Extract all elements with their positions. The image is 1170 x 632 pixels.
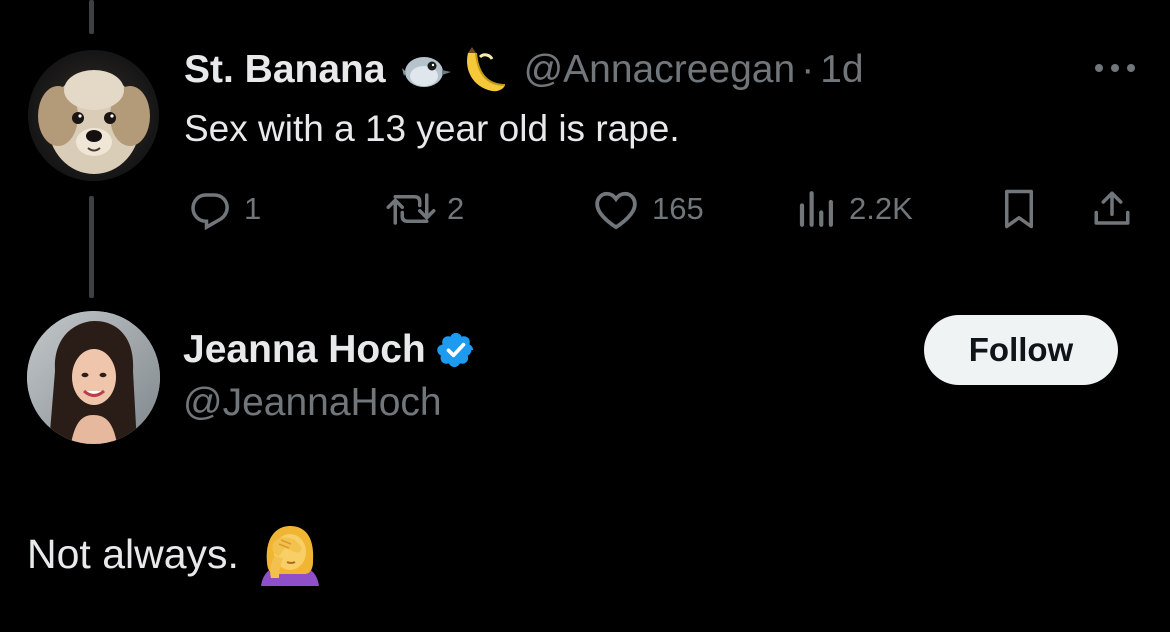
face-palm-emoji-icon <box>260 526 319 586</box>
time-separator: · <box>801 48 815 91</box>
bird-icon <box>401 57 451 87</box>
bookmark-button[interactable] <box>1000 188 1038 230</box>
parent-handle[interactable]: @Annacreegan <box>524 48 796 92</box>
name-emoji-icons <box>401 45 508 95</box>
like-button[interactable]: 165 <box>592 188 704 230</box>
reply-tweet-body: Not always. <box>27 524 323 586</box>
woman-avatar-image <box>27 311 160 444</box>
avatar-jeanna-hoch[interactable] <box>27 311 160 444</box>
banana-icon <box>466 47 505 92</box>
dog-avatar-image <box>28 50 159 181</box>
reply-button[interactable]: 1 <box>188 188 261 230</box>
parent-display-name[interactable]: St. Banana <box>184 48 386 92</box>
views-icon <box>799 191 833 227</box>
thread-line-bottom <box>89 196 94 298</box>
reply-display-name[interactable]: Jeanna Hoch <box>183 328 426 372</box>
avatar-st-banana[interactable] <box>28 50 159 181</box>
verified-badge-icon <box>437 332 473 368</box>
reply-count: 1 <box>244 191 262 226</box>
reply-handle[interactable]: @JeannaHoch <box>183 381 442 425</box>
views-button[interactable]: 2.2K <box>795 188 913 230</box>
repost-count: 2 <box>447 191 465 226</box>
tweet-time[interactable]: 1d <box>820 48 863 92</box>
repost-icon <box>386 193 436 225</box>
reply-icon <box>191 193 229 230</box>
views-count: 2.2K <box>849 191 913 226</box>
repost-button[interactable]: 2 <box>383 188 464 230</box>
thread-line-top <box>89 0 94 34</box>
share-button[interactable] <box>1090 188 1134 230</box>
more-icon[interactable] <box>1092 58 1138 78</box>
heart-icon <box>595 191 637 230</box>
reply-tweet-header: Jeanna Hoch <box>183 326 476 374</box>
parent-tweet-text: Sex with a 13 year old is rape. <box>184 108 680 149</box>
share-icon <box>1094 191 1130 225</box>
reply-tweet-text: Not always. <box>27 530 239 577</box>
bookmark-icon <box>1005 189 1033 229</box>
like-count: 165 <box>652 191 704 226</box>
parent-tweet-header: St. Banana @Annacreegan · 1d <box>184 47 864 93</box>
follow-button[interactable]: Follow <box>924 315 1118 385</box>
